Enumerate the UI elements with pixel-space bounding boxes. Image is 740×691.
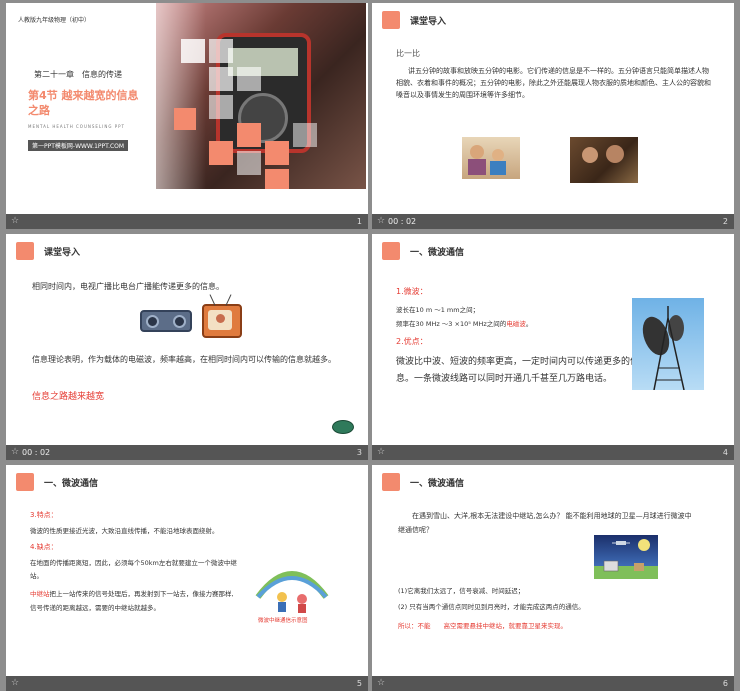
wave2-text-a: 频率在30 MHz ～3 ×10⁵ MHz之间的 bbox=[396, 320, 507, 328]
slide-6-answer: 所以：不能 高空需要悬挂中继站，就要靠卫星来实现。 bbox=[398, 622, 567, 630]
header-square bbox=[382, 242, 400, 260]
slide-3-status-bar: ☆ 00 : 02 3 bbox=[6, 445, 368, 460]
slide-thumbnail-6[interactable]: 一、微波通信 在遇到雪山、大洋,根本无法建设中继站,怎么办？ 能不能利用地球的卫… bbox=[372, 465, 734, 691]
slide-2-title: 课堂导入 bbox=[410, 17, 447, 27]
slide-5-relay: 中继站把上一站传来的信号处理后，再发射到下一站去，像接力赛那样,信号传递的距离越… bbox=[30, 587, 240, 615]
header-square bbox=[382, 473, 400, 491]
slide-1-status-bar: ☆ 1 bbox=[6, 214, 368, 229]
slide-4-wave2: 频率在30 MHz ～3 ×10⁵ MHz之间的电磁波。 bbox=[396, 318, 532, 330]
relay-desc: 把上一站传来的信号处理后，再发射到下一站去，像接力赛那样,信号传递的距离越远，需… bbox=[30, 590, 234, 612]
slide-4-label1: 1.微波： bbox=[396, 287, 428, 296]
slide-thumbnail-1[interactable]: 人教版九年级物理（初中） 第二十一章 信息的传递 第4节 越来越宽的信息 之路 … bbox=[6, 3, 368, 229]
slide-number: 6 bbox=[722, 679, 728, 688]
slide-2-status-bar: ☆ 00 : 02 2 bbox=[372, 214, 734, 229]
slide-1-title-line2: 之路 bbox=[28, 104, 50, 117]
slide-number: 2 bbox=[722, 217, 728, 226]
slide-5-canvas: 一、微波通信 3.特点： 微波的性质更接近光波，大致沿直线传播，不能沿地球表面绕… bbox=[6, 465, 368, 676]
slide-5-title: 一、微波通信 bbox=[44, 479, 99, 489]
relay-term: 中继站 bbox=[30, 590, 50, 598]
family-reading-image bbox=[462, 137, 520, 179]
slide-thumbnail-3[interactable]: 课堂导入 相同时间内，电视广播比电台广播能传递更多的信息。 信息理论表明，作为载… bbox=[6, 234, 368, 460]
slide-6-reason1: (1)它离我们太远了，信号衰减、时间延迟； bbox=[398, 587, 525, 595]
slide-6-canvas: 一、微波通信 在遇到雪山、大洋,根本无法建设中继站,怎么办？ 能不能利用地球的卫… bbox=[372, 465, 734, 676]
slide-number: 4 bbox=[722, 448, 728, 457]
radio-icon bbox=[140, 310, 192, 332]
slide-5-label2: 4.缺点： bbox=[30, 543, 58, 551]
slide-2-body: 讲五分钟的故事和放映五分钟的电影。它们传递的信息是不一样的。五分钟语言只能简单描… bbox=[396, 67, 711, 99]
slide-number: 5 bbox=[356, 679, 362, 688]
slide-4-title: 一、微波通信 bbox=[410, 248, 465, 258]
star-icon[interactable]: ☆ bbox=[377, 216, 385, 226]
slide-6-status-bar: ☆ 6 bbox=[372, 676, 734, 691]
movie-still-image bbox=[570, 137, 638, 183]
star-icon[interactable]: ☆ bbox=[377, 447, 385, 457]
slide-5-drawback: 在地面的传播距离短，因此，必须每个50km左右就要建立一个微波中继站。 bbox=[30, 559, 237, 580]
slide-thumbnail-2[interactable]: 课堂导入 比一比 讲五分钟的故事和放映五分钟的电影。它们传递的信息是不一样的。五… bbox=[372, 3, 734, 229]
header-square bbox=[16, 242, 34, 260]
slide-2-subhead: 比一比 bbox=[396, 49, 420, 58]
header-square bbox=[382, 11, 400, 29]
slide-1-title-line1: 第4节 越来越宽的信息 bbox=[28, 89, 139, 102]
wave2-text-c: 。 bbox=[525, 320, 533, 328]
slide-3-line2: 信息理论表明，作为载体的电磁波，频率越高，在相同时间内可以传输的信息就越多。 bbox=[32, 355, 336, 364]
slide-number: 3 bbox=[356, 448, 362, 457]
star-icon[interactable]: ☆ bbox=[11, 216, 19, 226]
slide-3-conclusion: 信息之路越来越宽 bbox=[32, 392, 105, 402]
slide-1-top-label: 人教版九年级物理（初中） bbox=[18, 17, 91, 24]
slide-thumbnail-4[interactable]: 一、微波通信 1.微波： 波长在10 m ～1 mm之间； 频率在30 MHz … bbox=[372, 234, 734, 460]
header-square bbox=[16, 473, 34, 491]
slide-5-status-bar: ☆ 5 bbox=[6, 676, 368, 691]
elapsed-time: 00 : 02 bbox=[388, 217, 417, 226]
slide-3-title: 课堂导入 bbox=[44, 248, 81, 258]
star-icon[interactable]: ☆ bbox=[11, 678, 19, 688]
slide-3-canvas: 课堂导入 相同时间内，电视广播比电台广播能传递更多的信息。 信息理论表明，作为载… bbox=[6, 234, 368, 445]
elapsed-time: 00 : 02 bbox=[22, 448, 51, 457]
slide-6-question: 在遇到雪山、大洋,根本无法建设中继站,怎么办？ 能不能利用地球的卫星—月球进行微… bbox=[398, 512, 692, 534]
slide-thumbnail-5[interactable]: 一、微波通信 3.特点： 微波的性质更接近光波，大致沿直线传播，不能沿地球表面绕… bbox=[6, 465, 368, 691]
slide-6-reason2: (2) 只有当两个通信点同时见到月亮时，才能完成这两点的通信。 bbox=[398, 603, 585, 611]
slide-1-website: 第一PPT模板网-WWW.1PPT.COM bbox=[28, 140, 129, 151]
slide-4-body: 微波比中波、短波的频率更高，一定时间内可以传递更多的信息。一条微波线路可以同时开… bbox=[396, 357, 640, 384]
slide-1-canvas: 人教版九年级物理（初中） 第二十一章 信息的传递 第4节 越来越宽的信息 之路 … bbox=[6, 3, 368, 214]
slide-6-title: 一、微波通信 bbox=[410, 479, 465, 489]
star-icon[interactable]: ☆ bbox=[377, 678, 385, 688]
slide-4-label2: 2.优点： bbox=[396, 337, 428, 346]
slide-2-canvas: 课堂导入 比一比 讲五分钟的故事和放映五分钟的电影。它们传递的信息是不一样的。五… bbox=[372, 3, 734, 214]
relay-diagram-image bbox=[254, 557, 330, 615]
slide-5-feature: 微波的性质更接近光波，大致沿直线传播，不能沿地球表面绕射。 bbox=[30, 527, 219, 535]
wave2-text-b: 电磁波 bbox=[506, 320, 526, 328]
satellite-moon-image bbox=[594, 535, 658, 579]
slide-5-label1: 3.特点： bbox=[30, 511, 58, 519]
slide-1-subtitle-en: MENTAL HEALTH COUNSELING PPT bbox=[28, 124, 125, 129]
slide-5-caption: 微波中继通信示意图 bbox=[258, 618, 308, 624]
tv-icon bbox=[202, 304, 242, 338]
microwave-tower-image bbox=[632, 298, 704, 391]
slide-1-chapter: 第二十一章 信息的传递 bbox=[34, 70, 122, 79]
slide-number: 1 bbox=[356, 217, 362, 226]
slide-4-status-bar: ☆ 4 bbox=[372, 445, 734, 460]
star-icon[interactable]: ☆ bbox=[11, 447, 19, 457]
slide-4-wave1: 波长在10 m ～1 mm之间； bbox=[396, 306, 480, 314]
logo-badge bbox=[332, 420, 354, 434]
slide-4-canvas: 一、微波通信 1.微波： 波长在10 m ～1 mm之间； 频率在30 MHz … bbox=[372, 234, 734, 445]
slide-3-line1: 相同时间内，电视广播比电台广播能传递更多的信息。 bbox=[32, 282, 224, 291]
